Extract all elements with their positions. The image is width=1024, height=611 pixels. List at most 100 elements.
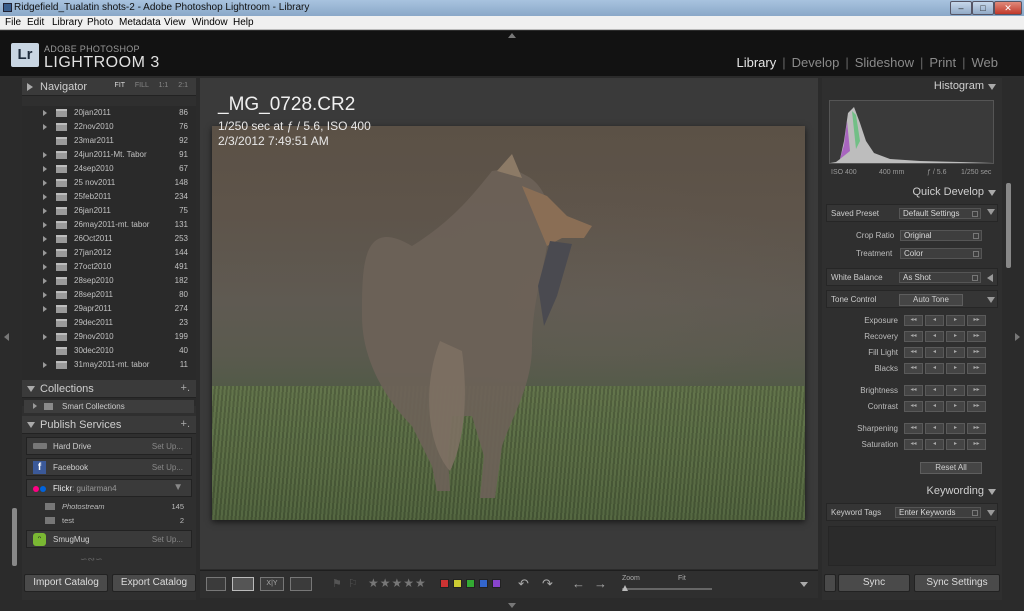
folder-row[interactable]: 27jan2012 144 [22, 246, 196, 260]
chevron-left-icon[interactable] [987, 274, 993, 282]
auto-tone-button[interactable]: Auto Tone [899, 294, 963, 306]
folder-row[interactable]: 25feb2011 234 [22, 190, 196, 204]
saved-preset-dropdown[interactable]: Default Settings [899, 208, 981, 219]
contrast-stepper[interactable]: ◂◂ ◂ ▸ ▸▸ [904, 401, 986, 412]
folder-row[interactable]: 20jan2011 86 [22, 106, 196, 120]
folder-row[interactable]: 22nov2010 76 [22, 120, 196, 134]
chevron-down-icon[interactable]: ▼ [173, 482, 183, 493]
color-label-blue[interactable] [479, 579, 488, 588]
publish-flickr[interactable]: Flickr: guitarman4 ▼ [26, 479, 192, 497]
setup-link[interactable]: Set Up... [152, 535, 183, 544]
chevron-down-icon[interactable] [987, 297, 995, 303]
bottom-panel-toggle-icon[interactable] [508, 603, 516, 608]
expand-triangle-icon[interactable] [43, 194, 47, 200]
next-photo-icon[interactable]: → [594, 576, 607, 591]
folder-row[interactable]: 30dec2010 40 [22, 344, 196, 358]
import-catalog-button[interactable]: Import Catalog [24, 574, 108, 592]
sync-button[interactable]: Sync [838, 574, 910, 592]
color-label-green[interactable] [466, 579, 475, 588]
folder-row[interactable]: 27oct2010 491 [22, 260, 196, 274]
menu-metadata[interactable]: Metadata [119, 17, 161, 28]
flickr-photostream[interactable]: Photostream 145 [26, 500, 192, 513]
expand-triangle-icon[interactable] [43, 334, 47, 340]
add-collection-icon[interactable]: +. [181, 382, 190, 394]
right-panel-toggle-icon[interactable] [1015, 333, 1020, 341]
auto-sync-switch[interactable] [824, 574, 836, 592]
folder-row[interactable]: 28sep2010 182 [22, 274, 196, 288]
module-develop[interactable]: Develop [792, 55, 840, 70]
keyword-tags-dropdown[interactable]: Enter Keywords [895, 507, 981, 518]
recovery-stepper[interactable]: ◂◂ ◂ ▸ ▸▸ [904, 331, 986, 342]
keywording-header[interactable]: Keywording [822, 483, 1002, 500]
histogram-header[interactable]: Histogram [822, 78, 1002, 95]
expand-triangle-icon[interactable] [43, 292, 47, 298]
main-photo[interactable] [212, 126, 805, 520]
smart-collections-row[interactable]: Smart Collections [24, 400, 194, 413]
minimize-button[interactable]: – [950, 1, 972, 15]
expand-triangle-icon[interactable] [43, 110, 47, 116]
zoom-slider-handle[interactable] [622, 585, 628, 591]
folder-row[interactable]: 29nov2010 199 [22, 330, 196, 344]
exposure-stepper[interactable]: ◂◂ ◂ ▸ ▸▸ [904, 315, 986, 326]
publish-hard-drive[interactable]: Hard Drive Set Up... [26, 437, 192, 455]
expand-triangle-icon[interactable] [33, 403, 37, 409]
color-label-red[interactable] [440, 579, 449, 588]
close-button[interactable]: ✕ [994, 1, 1022, 15]
folder-row[interactable]: 23mar2011 92 [22, 134, 196, 148]
toolbar-menu-chevron-icon[interactable] [800, 582, 808, 587]
expand-triangle-icon[interactable] [43, 250, 47, 256]
navigator-fit[interactable]: FIT [115, 82, 125, 89]
blacks-stepper[interactable]: ◂◂ ◂ ▸ ▸▸ [904, 363, 986, 374]
expand-triangle-icon[interactable] [43, 264, 47, 270]
expand-triangle-icon[interactable] [43, 278, 47, 284]
right-panel-scrollbar[interactable] [1006, 183, 1011, 268]
reject-flag-icon[interactable]: ⚐ [348, 577, 358, 590]
color-label-purple[interactable] [492, 579, 501, 588]
module-slideshow[interactable]: Slideshow [855, 55, 914, 70]
folder-row[interactable]: 28sep2011 80 [22, 288, 196, 302]
folder-row[interactable]: 26may2011-mt. tabor 131 [22, 218, 196, 232]
loupe-view-icon[interactable] [232, 577, 254, 591]
module-library[interactable]: Library [736, 55, 776, 70]
expand-triangle-icon[interactable] [43, 236, 47, 242]
navigator-2to1[interactable]: 2:1 [178, 82, 188, 89]
folder-row[interactable]: 31may2011-mt. tabor 11 [22, 358, 196, 372]
expand-triangle-icon[interactable] [43, 306, 47, 312]
treatment-dropdown[interactable]: Color [900, 248, 982, 259]
sync-settings-button[interactable]: Sync Settings [914, 574, 1000, 592]
menu-file[interactable]: File [5, 17, 21, 28]
folder-row[interactable]: 26Oct2011 253 [22, 232, 196, 246]
brightness-stepper[interactable]: ◂◂ ◂ ▸ ▸▸ [904, 385, 986, 396]
folder-row[interactable]: 29dec2011 23 [22, 316, 196, 330]
expand-triangle-icon[interactable] [43, 124, 47, 130]
module-print[interactable]: Print [929, 55, 956, 70]
top-panel-toggle-icon[interactable] [508, 33, 516, 38]
expand-triangle-icon[interactable] [43, 208, 47, 214]
expand-triangle-icon[interactable] [43, 166, 47, 172]
expand-triangle-icon[interactable] [43, 180, 47, 186]
fill-light-stepper[interactable]: ◂◂ ◂ ▸ ▸▸ [904, 347, 986, 358]
expand-triangle-icon[interactable] [43, 362, 47, 368]
collections-header[interactable]: Collections +. [22, 380, 196, 398]
navigator-fill[interactable]: FILL [135, 82, 149, 89]
menu-help[interactable]: Help [233, 17, 254, 28]
navigator-header[interactable]: Navigator FIT FILL 1:1 2:1 [22, 78, 196, 96]
pick-flag-icon[interactable]: ⚑ [332, 577, 342, 590]
menu-photo[interactable]: Photo [87, 17, 113, 28]
setup-link[interactable]: Set Up... [152, 442, 183, 451]
grid-view-icon[interactable] [206, 577, 226, 591]
expand-triangle-icon[interactable] [43, 152, 47, 158]
survey-view-icon[interactable] [290, 577, 312, 591]
saturation-stepper[interactable]: ◂◂ ◂ ▸ ▸▸ [904, 439, 986, 450]
chevron-down-icon[interactable] [987, 510, 995, 516]
export-catalog-button[interactable]: Export Catalog [112, 574, 196, 592]
quick-develop-header[interactable]: Quick Develop [822, 184, 1002, 201]
previous-photo-icon[interactable]: ← [572, 576, 585, 591]
folder-row[interactable]: 29apr2011 274 [22, 302, 196, 316]
chevron-down-icon[interactable] [987, 209, 995, 215]
menu-view[interactable]: View [164, 17, 186, 28]
left-panel-toggle-icon[interactable] [4, 333, 9, 341]
setup-link[interactable]: Set Up... [152, 463, 183, 472]
module-web[interactable]: Web [972, 55, 999, 70]
publish-smugmug[interactable]: ᵔ SmugMug Set Up... [26, 530, 192, 548]
